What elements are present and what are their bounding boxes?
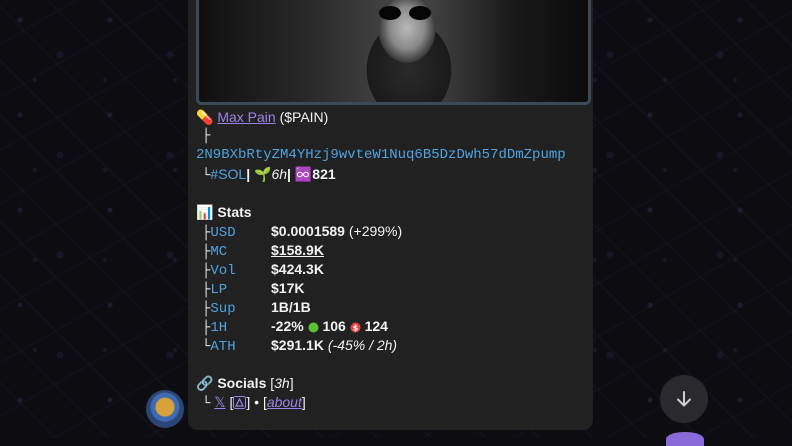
- holders-count: 821: [312, 166, 336, 182]
- sells-count: 124: [364, 318, 388, 334]
- sell-coin-icon: $: [350, 322, 361, 333]
- x-link[interactable]: 𝕏: [214, 394, 225, 410]
- token-ticker: ($PAIN): [279, 109, 329, 125]
- sunglasses: [379, 6, 433, 20]
- mc-link[interactable]: $158.9K: [271, 241, 324, 260]
- link-icon: 🔗: [196, 375, 214, 391]
- stats-title: Stats: [217, 204, 252, 220]
- green-circle-icon: [308, 322, 319, 333]
- socials-age: 3h: [274, 375, 290, 391]
- token-age: 6h: [271, 166, 288, 182]
- token-name-link[interactable]: Max Pain: [217, 109, 275, 125]
- scroll-to-bottom-button[interactable]: [660, 375, 708, 423]
- svg-text:$: $: [352, 324, 358, 333]
- tree-branch: ├: [202, 128, 211, 144]
- infinity-icon: ♾️: [294, 166, 313, 182]
- arrow-down-icon: [677, 391, 691, 407]
- stat-row-1h: ├1H -22% 106 $ 124: [202, 318, 388, 336]
- about-link[interactable]: about: [267, 394, 302, 410]
- seedling-icon: 🌱: [254, 166, 272, 182]
- message-image[interactable]: [196, 0, 591, 105]
- stat-row-sup: ├Sup 1B/1B: [202, 299, 311, 317]
- buys-count: 106: [322, 318, 346, 334]
- stat-row-usd: ├USD $0.0001589 (+299%): [202, 223, 403, 241]
- chain-hashtag[interactable]: #SOL: [210, 166, 246, 182]
- stat-row-vol: ├Vol $424.3K: [202, 261, 324, 279]
- token-address[interactable]: 2N9BXbRtyZM4YHzj9wvteW1Nuq6B5DzDwh57dDmZ…: [196, 146, 566, 165]
- pill-icon: 💊: [196, 109, 214, 125]
- socials-title: Socials: [217, 375, 267, 391]
- stat-row-mc: ├MC $158.9K: [202, 241, 324, 260]
- stat-row-ath: └ATH $291.1K (-45% / 2h): [202, 337, 398, 355]
- photo-content: [199, 0, 588, 102]
- stat-row-lp: ├LP $17K: [202, 280, 305, 298]
- warning-triangle-icon[interactable]: [233, 396, 247, 409]
- sender-avatar[interactable]: [146, 390, 184, 428]
- chart-icon: 📊: [196, 204, 214, 220]
- message-bubble: 💊 Max Pain ($PAIN) ├ 2N9BXbRtyZM4YHzj9wv…: [188, 0, 593, 430]
- compose-button-edge[interactable]: [666, 432, 704, 446]
